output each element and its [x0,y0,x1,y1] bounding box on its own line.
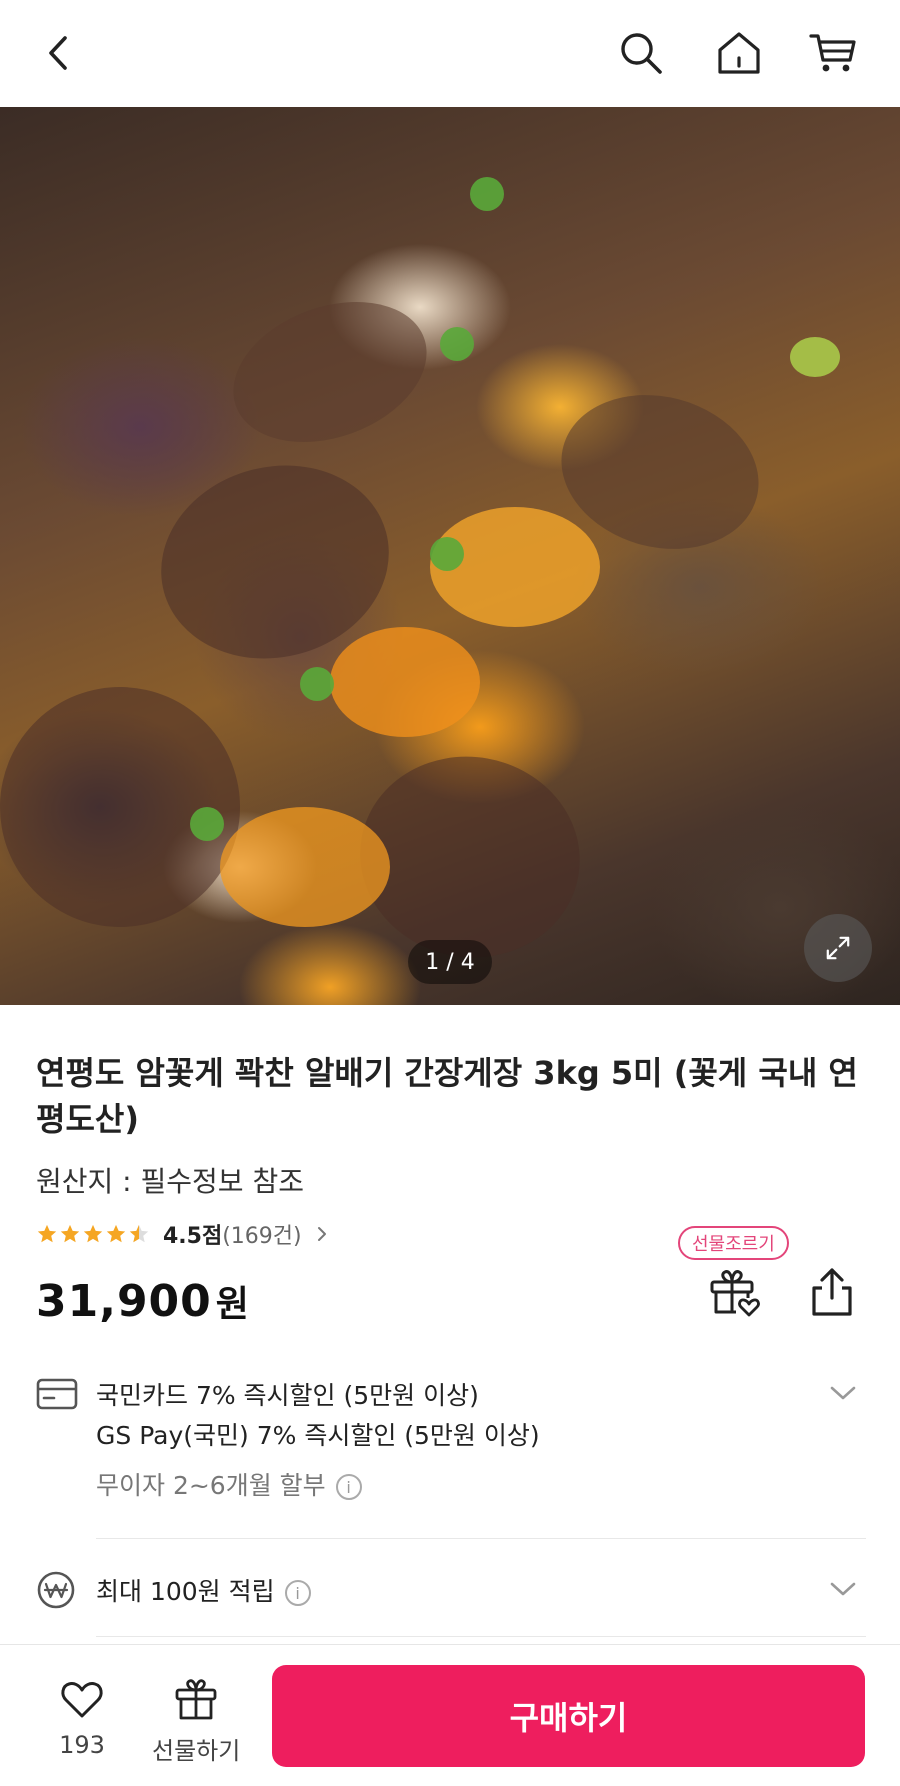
gift-button[interactable]: 선물하기 [152,1675,240,1766]
cart-button[interactable] [806,26,860,80]
price-unit: 원 [215,1284,250,1325]
divider [96,1538,866,1539]
expand-image-button[interactable] [804,914,872,982]
home-icon [718,32,760,74]
divider [96,1636,866,1637]
credit-card-icon [36,1378,78,1410]
installment-info: 무이자 2~6개월 할부 i [96,1466,362,1502]
points-text: 최대 100원 적립 [96,1577,275,1606]
chevron-down-icon[interactable] [828,1580,858,1598]
heart-icon [61,1682,103,1718]
bottom-action-bar: 193 선물하기 구매하기 [0,1644,900,1786]
star-icon [83,1224,103,1243]
top-navigation-bar [0,0,900,107]
chevron-left-icon [49,36,67,70]
cart-icon [809,34,856,72]
star-rating [36,1223,151,1245]
like-count: 193 [59,1731,105,1759]
card-discount-kb: 국민카드 7% 즉시할인 (5만원 이상) [96,1381,479,1410]
expand-icon [826,936,850,960]
installment-text: 무이자 2~6개월 할부 [96,1471,326,1500]
search-button[interactable] [614,26,668,80]
star-icon [37,1224,57,1243]
gift-label: 선물하기 [152,1737,241,1765]
card-discount-gspay: GS Pay(국민) 7% 즉시할인 (5만원 이상) [96,1421,540,1450]
like-button[interactable]: 193 [58,1675,106,1759]
rating-score: 4.5점 [163,1224,223,1249]
chevron-right-icon [317,1227,326,1241]
product-image[interactable] [0,107,900,1005]
info-icon[interactable]: i [335,1474,362,1500]
search-icon [621,33,662,74]
back-button[interactable] [32,26,86,80]
gift-request-badge[interactable]: 선물조르기 [678,1226,789,1260]
star-icon [106,1224,126,1243]
review-count: (169건) [222,1224,302,1249]
buy-button[interactable]: 구매하기 [272,1665,865,1767]
image-pager: 1 / 4 [408,940,492,984]
product-title: 연평도 암꽃게 꽉찬 알배기 간장게장 3kg 5미 (꽃게 국내 연평도산) [36,1054,858,1138]
star-icon [60,1224,80,1243]
chevron-down-icon[interactable] [828,1384,858,1402]
rating-summary[interactable]: 4.5점 (169건) [36,1217,328,1251]
won-points-icon [37,1571,75,1609]
share-icon[interactable] [804,1264,860,1320]
star-half-icon [129,1224,149,1243]
gift-icon[interactable] [706,1264,762,1320]
info-icon[interactable]: i [284,1580,311,1606]
product-origin: 원산지 : 필수정보 참조 [36,1165,304,1198]
points-info: 최대 100원 적립 i [96,1572,311,1608]
gift-box-icon [175,1679,217,1720]
product-price: 31,900 원 [36,1275,250,1327]
price-value: 31,900 [36,1276,212,1327]
home-button[interactable] [712,26,766,80]
